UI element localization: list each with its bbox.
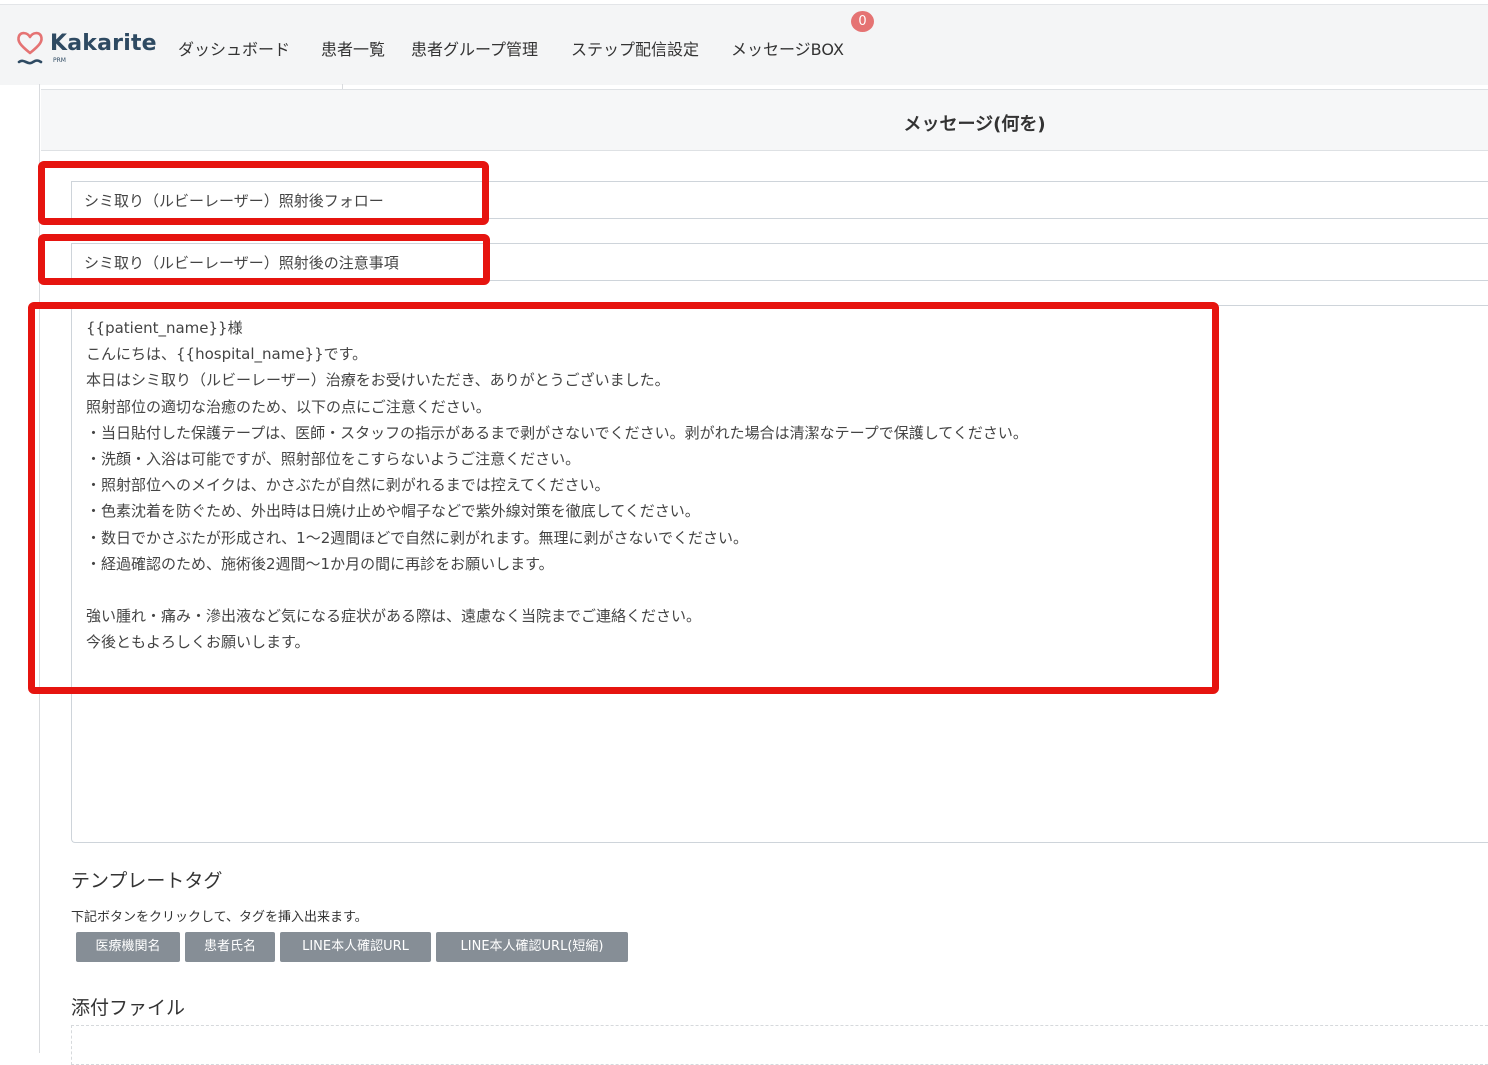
message-body-textarea[interactable]: {{patient_name}}様 こんにちは、{{hospital_name}… [71,305,1488,843]
content-left-border [39,84,40,1053]
nav-item-dashboard[interactable]: ダッシュボード [178,36,290,60]
nav-item-step-delivery[interactable]: ステップ配信設定 [571,36,699,60]
tag-button-line-verify-url-short[interactable]: LINE本人確認URL(短縮) [436,932,628,962]
attachment-heading: 添付ファイル [71,997,186,1019]
tag-button-hospital-name[interactable]: 医療機関名 [76,932,180,962]
logo-text: Kakarite [50,31,157,56]
nav-item-patients[interactable]: 患者一覧 [321,36,385,60]
template-tags-heading: テンプレートタグ [71,870,223,892]
nav-item-message-box[interactable]: メッセージBOX [731,36,844,60]
nav-item-patient-groups[interactable]: 患者グループ管理 [411,36,538,60]
card-title: メッセージ(何を) [903,114,1046,135]
message-count-badge: 0 [851,11,874,32]
card-header: メッセージ(何を) [41,89,1488,151]
heart-logo-icon [17,31,43,65]
file-dropzone[interactable] [71,1025,1488,1065]
message-title-input[interactable] [71,181,1488,219]
tag-button-line-verify-url[interactable]: LINE本人確認URL [280,932,431,962]
logo-subtext: PRM [53,57,66,64]
message-subject-input[interactable] [71,243,1488,281]
template-tags-hint: 下記ボタンをクリックして、タグを挿入出来ます。 [71,910,368,925]
tag-button-patient-name[interactable]: 患者氏名 [185,932,275,962]
top-navbar: Kakarite PRM ダッシュボード 患者一覧 患者グループ管理 ステップ配… [0,4,1488,85]
app-logo[interactable]: Kakarite PRM [16,31,157,71]
